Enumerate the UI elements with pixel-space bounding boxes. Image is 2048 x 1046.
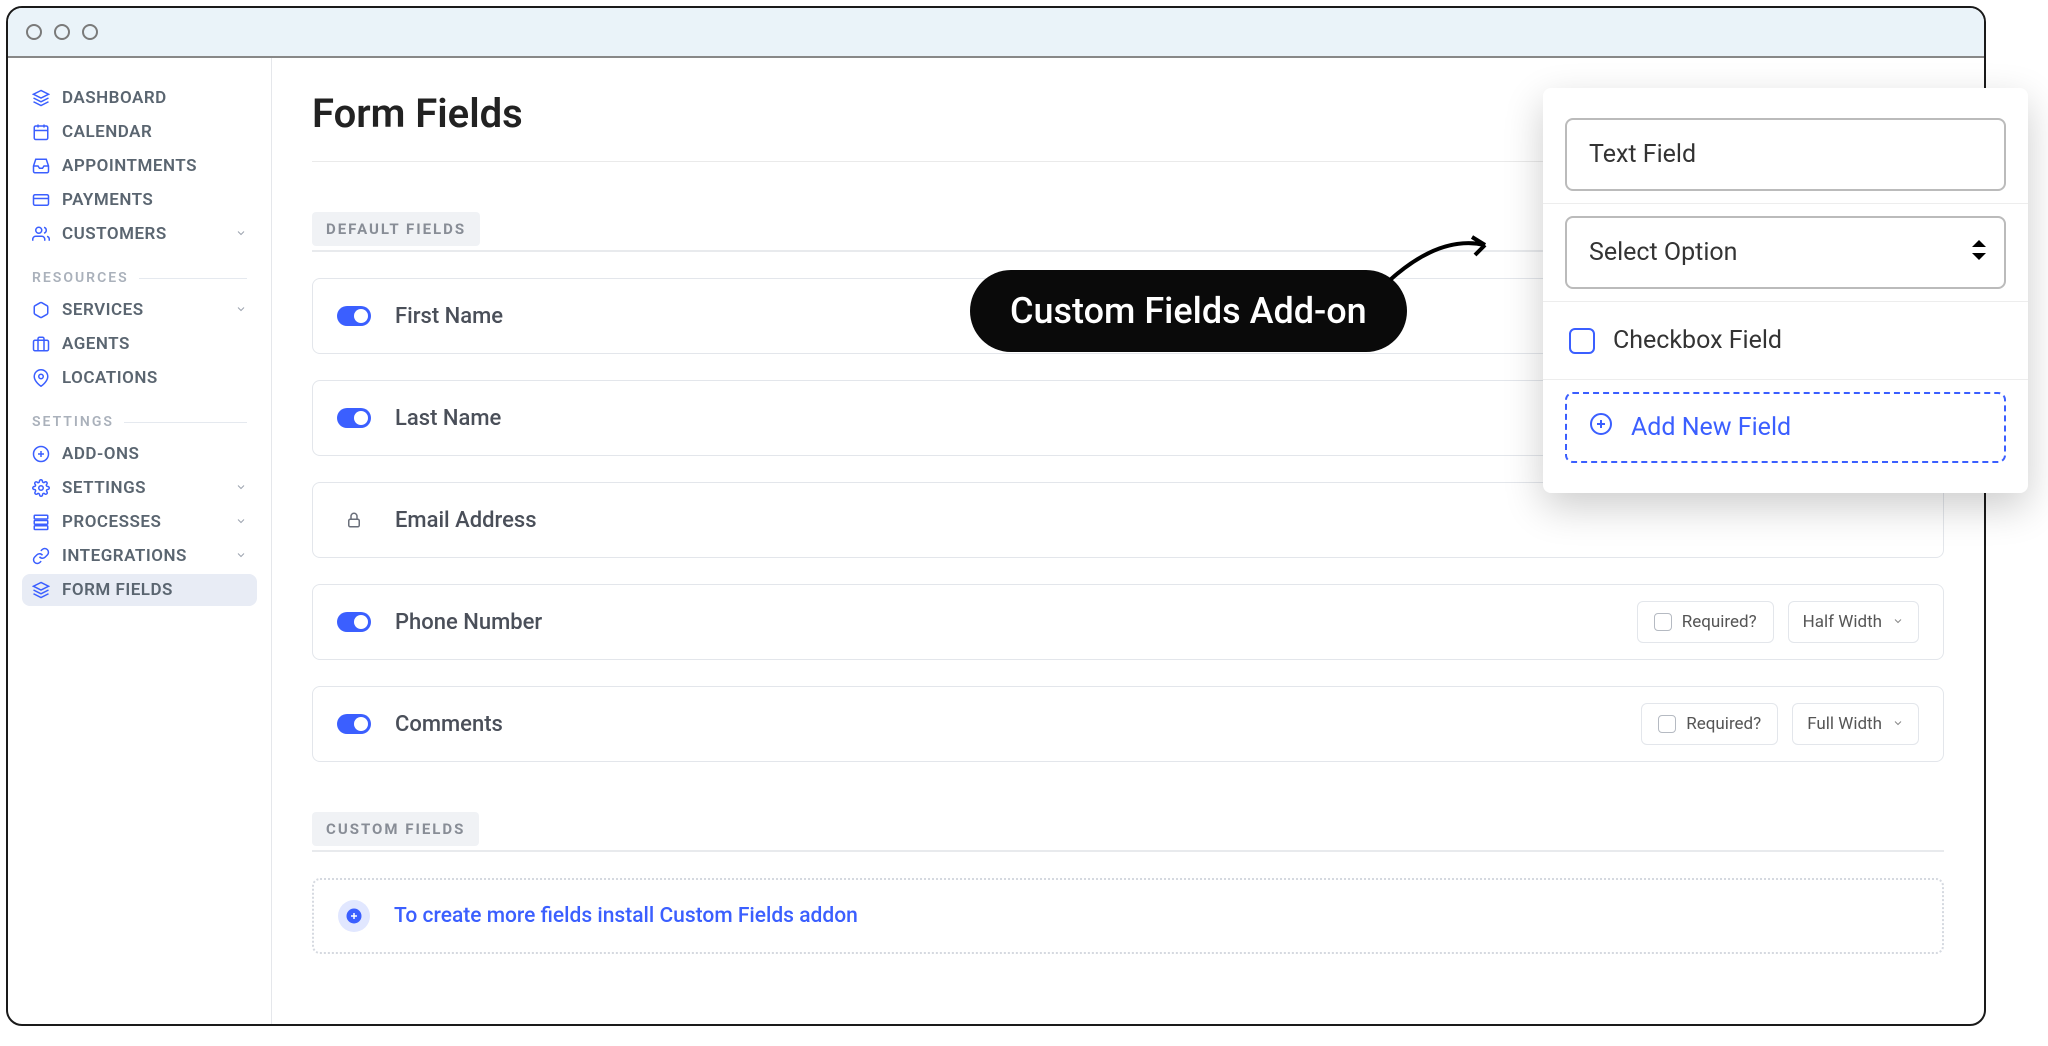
field-label: Last Name bbox=[395, 406, 501, 431]
callout-pill: Custom Fields Add-on bbox=[970, 270, 1407, 352]
users-icon bbox=[32, 225, 50, 243]
sidebar-item-agents[interactable]: AGENTS bbox=[22, 328, 257, 360]
select-caret-icon bbox=[1972, 238, 1986, 267]
checkbox-icon bbox=[1569, 328, 1595, 354]
sidebar-item-calendar[interactable]: CALENDAR bbox=[22, 116, 257, 148]
checkbox-field-label: Checkbox Field bbox=[1613, 326, 1782, 355]
field-label: Phone Number bbox=[395, 610, 542, 635]
install-addon-row[interactable]: To create more fields install Custom Fie… bbox=[312, 878, 1944, 954]
sidebar-section-resources: RESOURCES bbox=[22, 252, 257, 292]
width-select[interactable]: Half Width bbox=[1788, 601, 1919, 643]
chevron-down-icon bbox=[235, 512, 247, 532]
sidebar-label: SETTINGS bbox=[62, 478, 146, 498]
chevron-down-icon bbox=[235, 478, 247, 498]
sidebar-label: ADD-ONS bbox=[62, 444, 139, 464]
lock-icon bbox=[337, 510, 371, 530]
add-new-field-label: Add New Field bbox=[1631, 413, 1791, 442]
sidebar-label: PAYMENTS bbox=[62, 190, 153, 210]
sidebar: DASHBOARD CALENDAR APPOINTMENTS PAYMENTS… bbox=[8, 58, 272, 1024]
text-field-option[interactable]: Text Field bbox=[1565, 118, 2006, 191]
checkbox-field-option[interactable]: Checkbox Field bbox=[1565, 314, 2006, 367]
sidebar-item-customers[interactable]: CUSTOMERS bbox=[22, 218, 257, 250]
field-label: Comments bbox=[395, 712, 503, 737]
card-icon bbox=[32, 191, 50, 209]
chevron-down-icon bbox=[1892, 612, 1904, 632]
sidebar-item-services[interactable]: SERVICES bbox=[22, 294, 257, 326]
cube-icon bbox=[32, 89, 50, 107]
install-addon-link[interactable]: To create more fields install Custom Fie… bbox=[394, 904, 858, 928]
sidebar-item-processes[interactable]: PROCESSES bbox=[22, 506, 257, 538]
width-label: Full Width bbox=[1807, 714, 1882, 734]
toggle-switch[interactable] bbox=[337, 612, 371, 632]
custom-fields-badge: CUSTOM FIELDS bbox=[312, 812, 479, 846]
sidebar-label: PROCESSES bbox=[62, 512, 161, 532]
toggle-switch[interactable] bbox=[337, 714, 371, 734]
checkbox-icon bbox=[1658, 715, 1676, 733]
sidebar-label: DASHBOARD bbox=[62, 88, 167, 108]
sidebar-item-settings[interactable]: SETTINGS bbox=[22, 472, 257, 504]
briefcase-icon bbox=[32, 335, 50, 353]
chevron-down-icon bbox=[235, 546, 247, 566]
checkbox-icon bbox=[1654, 613, 1672, 631]
sidebar-label: CALENDAR bbox=[62, 122, 152, 142]
plus-circle-icon bbox=[32, 445, 50, 463]
sidebar-label: CUSTOMERS bbox=[62, 224, 167, 244]
chevron-down-icon bbox=[235, 224, 247, 244]
add-new-field-button[interactable]: Add New Field bbox=[1565, 392, 2006, 463]
calendar-icon bbox=[32, 123, 50, 141]
window-dot bbox=[82, 24, 98, 40]
required-checkbox[interactable]: Required? bbox=[1637, 601, 1774, 643]
field-row-phone[interactable]: Phone Number Required? Half Width bbox=[312, 584, 1944, 660]
width-select[interactable]: Full Width bbox=[1792, 703, 1919, 745]
chevron-down-icon bbox=[235, 300, 247, 320]
inbox-icon bbox=[32, 157, 50, 175]
text-field-label: Text Field bbox=[1589, 140, 1696, 169]
select-option[interactable]: Select Option bbox=[1565, 216, 2006, 289]
required-checkbox[interactable]: Required? bbox=[1641, 703, 1778, 745]
sidebar-item-integrations[interactable]: INTEGRATIONS bbox=[22, 540, 257, 572]
window-chrome bbox=[8, 8, 1984, 58]
sidebar-label: LOCATIONS bbox=[62, 368, 158, 388]
plus-circle-icon bbox=[338, 900, 370, 932]
plus-circle-icon bbox=[1589, 412, 1613, 443]
field-row-email[interactable]: Email Address bbox=[312, 482, 1944, 558]
required-label: Required? bbox=[1686, 714, 1761, 734]
toggle-switch[interactable] bbox=[337, 408, 371, 428]
sidebar-label: FORM FIELDS bbox=[62, 580, 173, 600]
field-label: Email Address bbox=[395, 508, 537, 533]
field-label: First Name bbox=[395, 304, 503, 329]
default-fields-badge: DEFAULT FIELDS bbox=[312, 212, 480, 246]
select-option-label: Select Option bbox=[1589, 238, 1737, 267]
stack-icon bbox=[32, 513, 50, 531]
required-label: Required? bbox=[1682, 612, 1757, 632]
link-icon bbox=[32, 547, 50, 565]
layers-icon bbox=[32, 581, 50, 599]
divider bbox=[312, 850, 1944, 852]
sidebar-item-payments[interactable]: PAYMENTS bbox=[22, 184, 257, 216]
sidebar-section-settings: SETTINGS bbox=[22, 396, 257, 436]
field-row-comments[interactable]: Comments Required? Full Width bbox=[312, 686, 1944, 762]
sidebar-item-form-fields[interactable]: FORM FIELDS bbox=[22, 574, 257, 606]
sidebar-item-appointments[interactable]: APPOINTMENTS bbox=[22, 150, 257, 182]
width-label: Half Width bbox=[1803, 612, 1882, 632]
sidebar-item-add-ons[interactable]: ADD-ONS bbox=[22, 438, 257, 470]
window-dot bbox=[54, 24, 70, 40]
sidebar-label: INTEGRATIONS bbox=[62, 546, 187, 566]
pin-icon bbox=[32, 369, 50, 387]
chevron-down-icon bbox=[1892, 714, 1904, 734]
sidebar-label: APPOINTMENTS bbox=[62, 156, 197, 176]
sidebar-label: AGENTS bbox=[62, 334, 130, 354]
toggle-switch[interactable] bbox=[337, 306, 371, 326]
sidebar-item-locations[interactable]: LOCATIONS bbox=[22, 362, 257, 394]
cube-icon bbox=[32, 301, 50, 319]
sidebar-item-dashboard[interactable]: DASHBOARD bbox=[22, 82, 257, 114]
custom-fields-popover: Text Field Select Option Checkbox Field … bbox=[1543, 88, 2028, 493]
gear-icon bbox=[32, 479, 50, 497]
sidebar-label: SERVICES bbox=[62, 300, 144, 320]
window-dot bbox=[26, 24, 42, 40]
